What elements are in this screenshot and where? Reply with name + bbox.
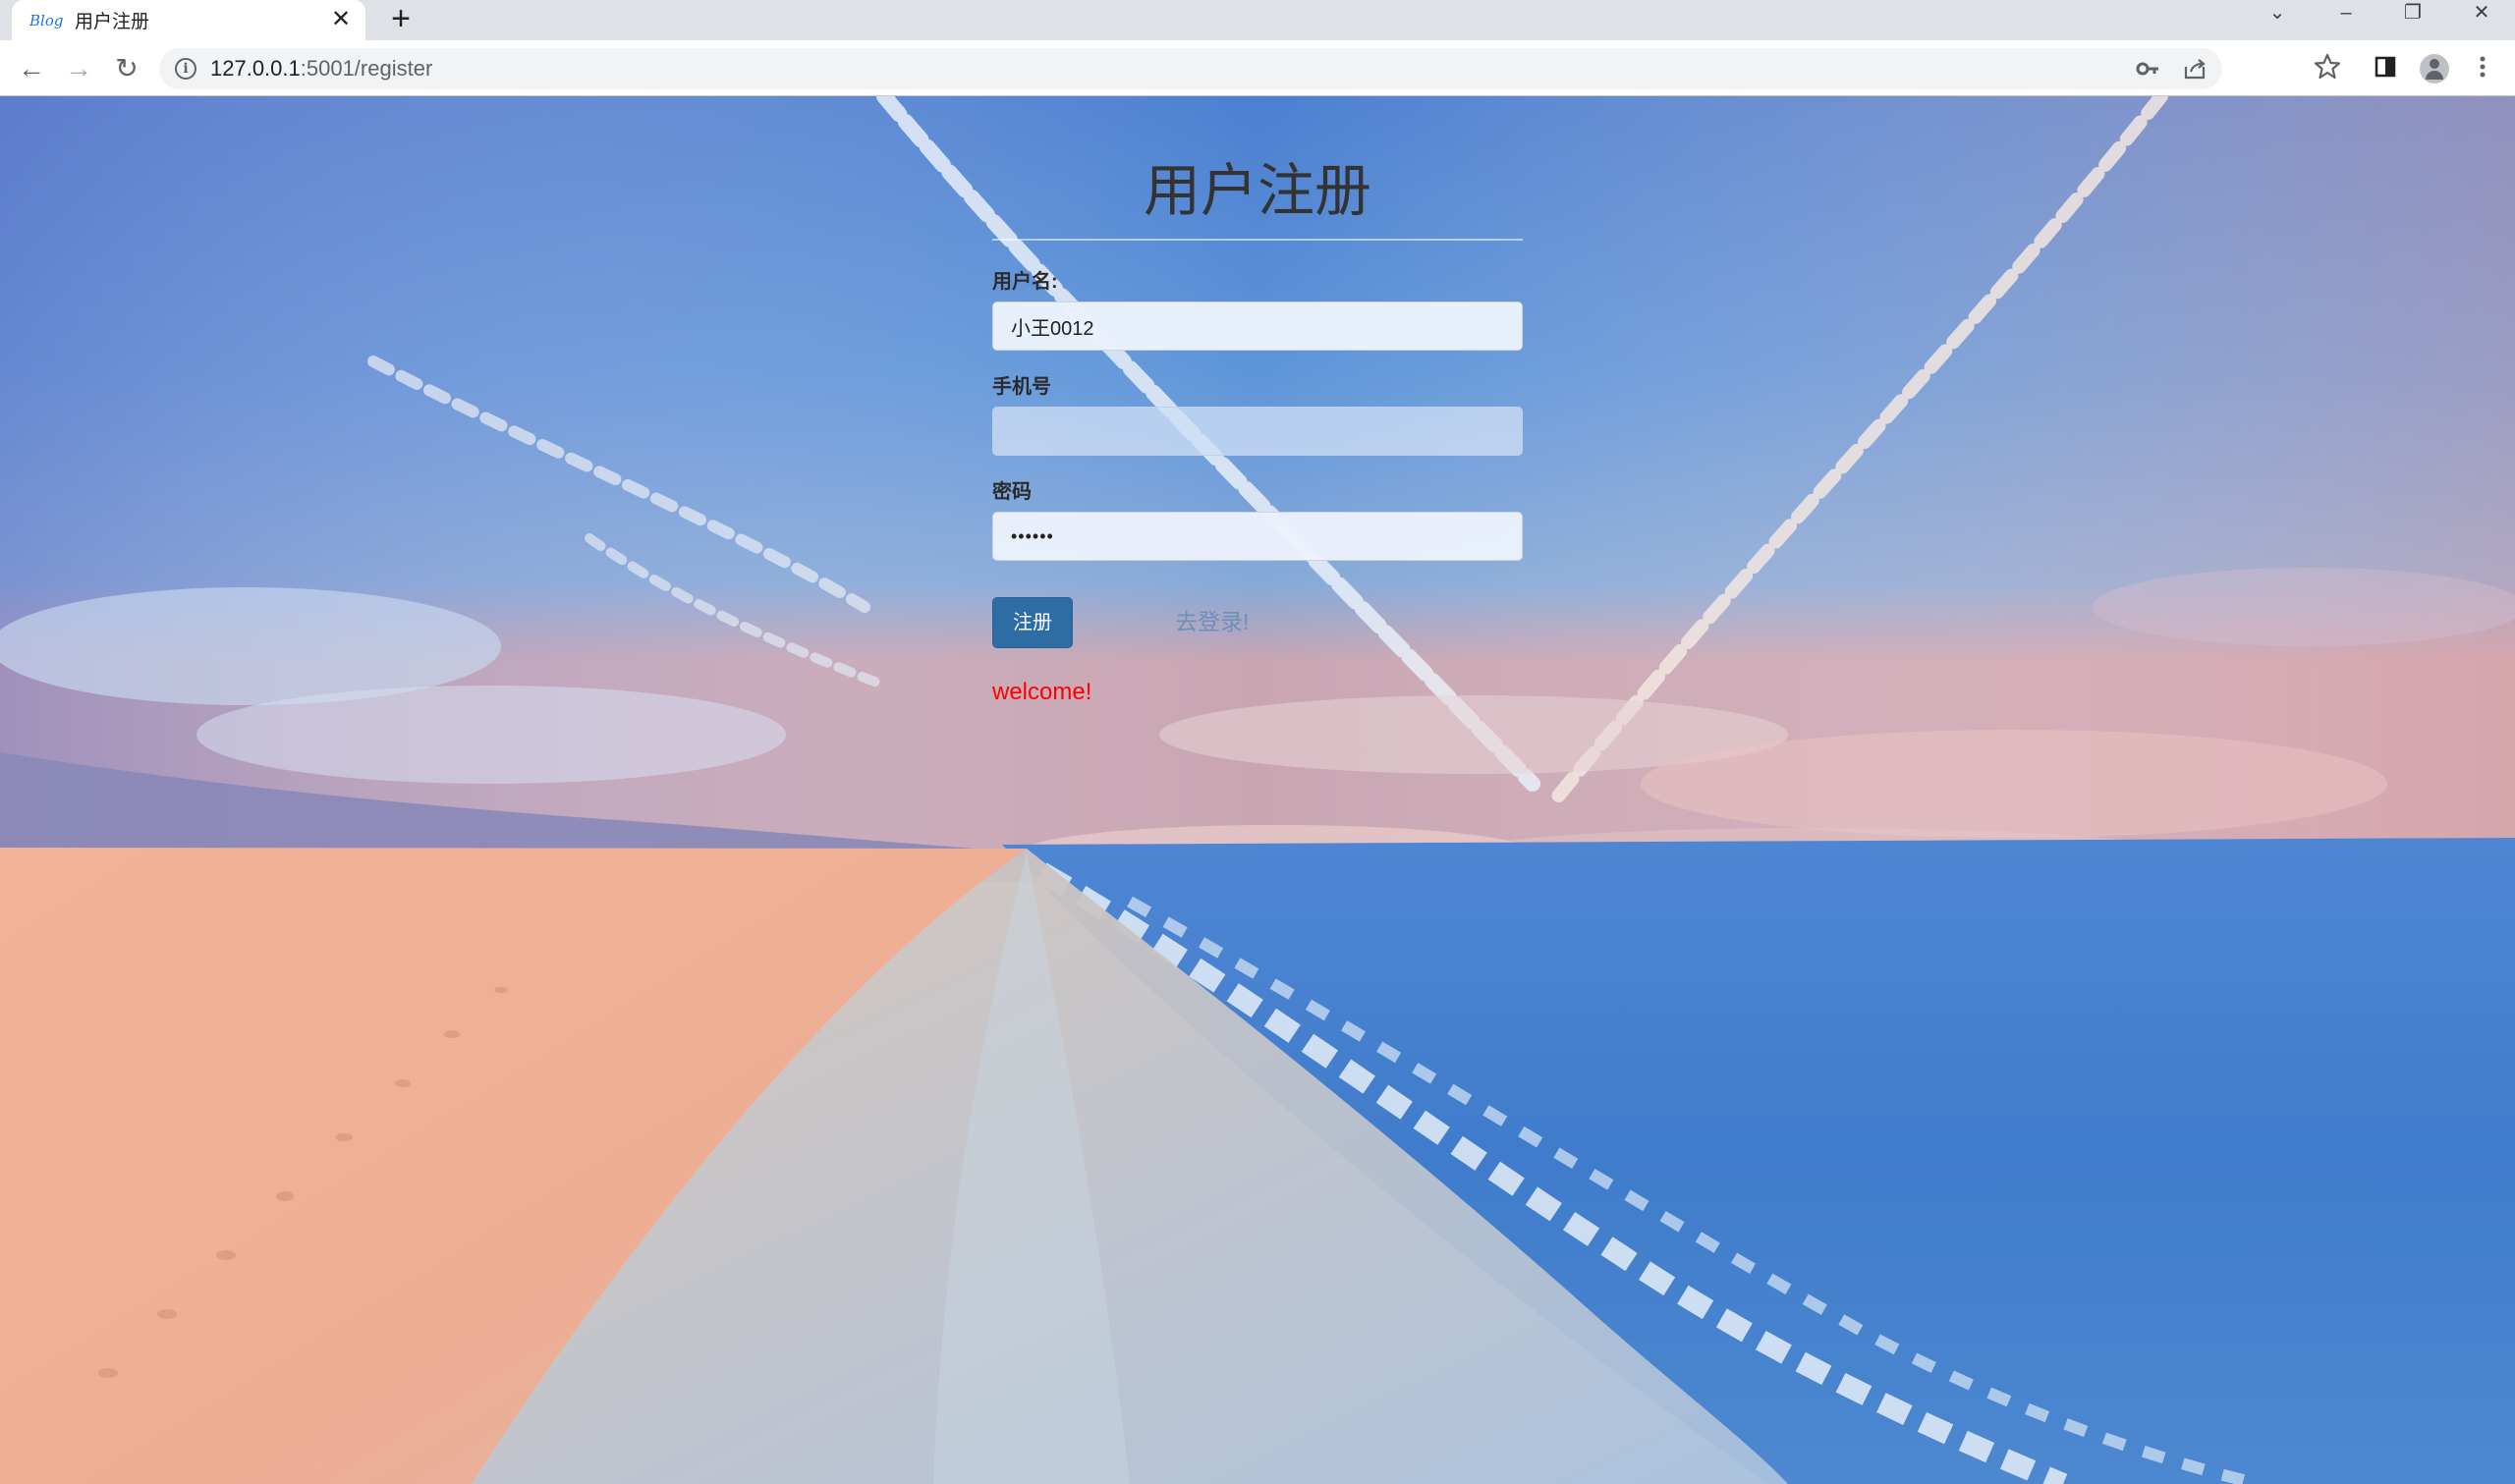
site-info-icon[interactable]: i (175, 58, 196, 80)
new-tab-icon[interactable]: + (383, 2, 419, 37)
side-panel-icon[interactable] (2369, 52, 2402, 85)
phone-input[interactable] (992, 407, 1523, 456)
share-icon[interactable] (2181, 55, 2208, 82)
browser-tab[interactable]: Blog 用户注册 ✕ (12, 0, 365, 40)
tab-search-icon[interactable]: ⌄ (2258, 0, 2297, 27)
password-label: 密码 (992, 481, 1032, 503)
bookmark-star-icon[interactable] (2311, 52, 2344, 85)
back-icon[interactable]: ← (15, 52, 48, 85)
page-viewport: 用户注册 用户名: 手机号 密码 注册 去登录! welcome! (0, 96, 2515, 1484)
url-path: :5001/register (300, 56, 433, 81)
username-input[interactable] (992, 302, 1523, 351)
tab-close-icon[interactable]: ✕ (328, 7, 354, 32)
browser-toolbar: ← → ↻ i 127.0.0.1:5001/register (0, 40, 2515, 96)
tab-strip: Blog 用户注册 ✕ + ⌄ – ❐ ✕ (0, 0, 2515, 40)
username-label: 用户名: (992, 271, 1058, 293)
profile-avatar-icon[interactable] (2420, 54, 2449, 83)
go-login-link[interactable]: 去登录! (1175, 607, 1249, 636)
minimize-icon[interactable]: – (2326, 0, 2366, 27)
tab-title: 用户注册 (75, 12, 150, 32)
register-button[interactable]: 注册 (992, 597, 1073, 648)
register-form: 用户注册 用户名: 手机号 密码 注册 去登录! welcome! (992, 96, 1523, 707)
window-close-icon[interactable]: ✕ (2462, 0, 2501, 27)
welcome-message: welcome! (992, 679, 1092, 705)
kebab-menu-icon[interactable] (2466, 52, 2499, 85)
forward-icon[interactable]: → (62, 52, 95, 85)
restore-icon[interactable]: ❐ (2393, 0, 2432, 27)
password-input[interactable] (992, 512, 1523, 561)
url-host: 127.0.0.1 (210, 56, 301, 81)
form-actions: 注册 去登录! (992, 597, 1523, 648)
blog-favicon-icon: Blog (29, 11, 64, 29)
key-icon[interactable] (2134, 55, 2161, 82)
phone-label: 手机号 (992, 376, 1051, 398)
address-bar[interactable]: i 127.0.0.1:5001/register (159, 48, 2222, 89)
page-title: 用户注册 (1143, 159, 1371, 223)
address-url[interactable]: 127.0.0.1:5001/register (210, 56, 432, 82)
reload-icon[interactable]: ↻ (110, 52, 143, 85)
title-divider (992, 239, 1523, 241)
